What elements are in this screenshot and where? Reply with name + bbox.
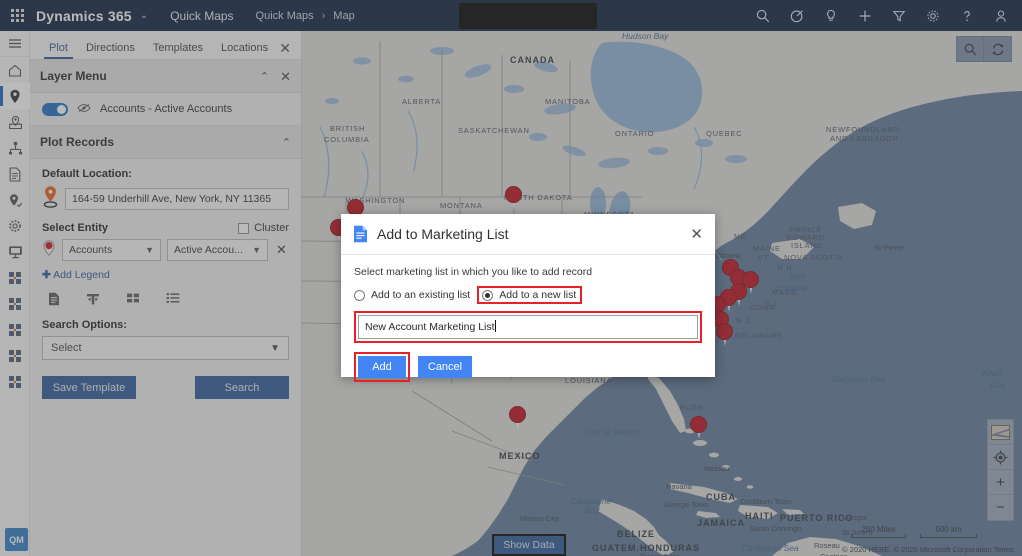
radio-new-highlight: Add to a new list [477, 286, 583, 304]
radio-existing-dot[interactable] [354, 289, 365, 301]
list-name-input[interactable]: New Account Marketing List [358, 315, 698, 339]
dialog-body: Select marketing list in which you like … [341, 255, 715, 382]
add-to-marketing-list-dialog: Add to Marketing List ✕ Select marketing… [341, 214, 715, 382]
radio-existing-list[interactable]: Add to an existing list [354, 289, 470, 301]
text-caret [494, 320, 496, 332]
close-icon[interactable]: ✕ [690, 227, 703, 242]
dialog-button-row: Add Cancel [354, 352, 702, 382]
dialog-header: Add to Marketing List ✕ [341, 214, 715, 255]
document-blue-icon [353, 225, 368, 243]
add-button[interactable]: Add [358, 356, 406, 378]
radio-new-dot[interactable] [482, 289, 494, 301]
radio-new-label: Add to a new list [499, 289, 577, 301]
radio-new-list[interactable]: Add to a new list [482, 289, 576, 301]
radio-group: Add to an existing list Add to a new lis… [354, 286, 702, 304]
dialog-subtitle: Select marketing list in which you like … [354, 266, 593, 278]
add-button-highlight: Add [354, 352, 410, 382]
app-root: Dynamics 365 ⌄ Quick Maps Quick Maps › M… [0, 0, 1022, 556]
list-name-input-value: New Account Marketing List [365, 321, 495, 333]
radio-existing-label: Add to an existing list [371, 289, 471, 301]
cancel-button[interactable]: Cancel [418, 356, 472, 378]
list-name-input-highlight: New Account Marketing List [354, 311, 702, 343]
dialog-title: Add to Marketing List [377, 226, 509, 242]
